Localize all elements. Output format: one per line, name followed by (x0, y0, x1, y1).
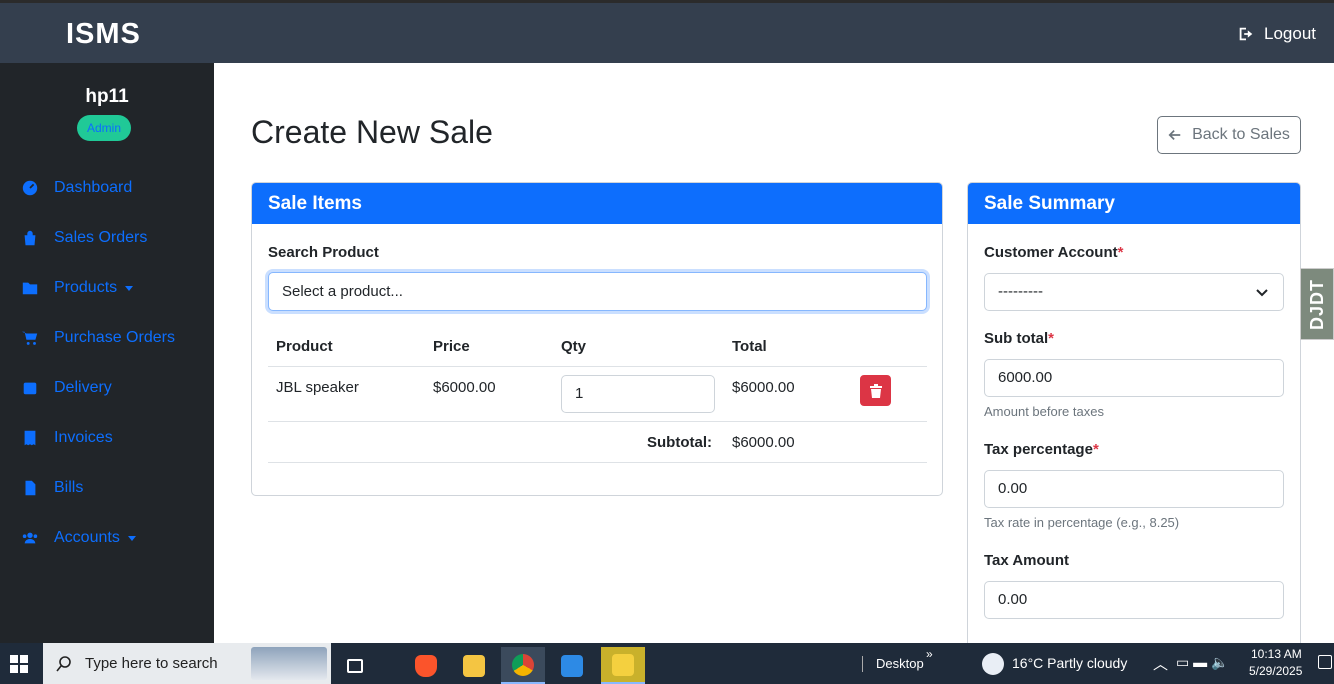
customer-account-select[interactable]: --------- (984, 273, 1284, 311)
sale-items-card: Sale Items Search Product Select a produ… (251, 182, 943, 496)
clock-time[interactable]: 10:13 AM (1251, 647, 1302, 661)
calendar-icon (20, 378, 40, 398)
back-to-sales-label: Back to Sales (1192, 126, 1290, 143)
subtotal-label: Subtotal: (647, 434, 712, 451)
tax-amount-input[interactable]: 0.00 (984, 581, 1284, 619)
logout-icon (1239, 27, 1253, 41)
taskbar-search-placeholder: Type here to search (85, 655, 218, 672)
chevron-right-icon[interactable]: » (926, 647, 933, 661)
sidebar-item-dashboard[interactable]: Dashboard (20, 178, 132, 198)
sidebar-item-delivery[interactable]: Delivery (20, 378, 112, 398)
quantity-input[interactable]: 1 (561, 375, 715, 413)
sidebar-item-label: Dashboard (54, 179, 133, 196)
sale-summary-card: Sale Summary Customer Account* ---------… (967, 182, 1301, 652)
os-taskbar: Type here to search Desktop » 16°C Partl… (0, 643, 1334, 684)
chrome-icon[interactable] (501, 647, 545, 684)
customer-account-label: Customer Account* (984, 244, 1124, 261)
page-title: Create New Sale (251, 114, 493, 150)
back-to-sales-button[interactable]: Back to Sales (1157, 116, 1301, 154)
sub-total-label: Sub total* (984, 330, 1055, 347)
tax-percentage-label: Tax percentage* (984, 441, 1099, 458)
search-highlight-image (251, 647, 327, 680)
sidebar-item-label: Delivery (54, 379, 112, 396)
logout-label: Logout (1264, 24, 1316, 43)
product-search-select[interactable]: Select a product... (268, 272, 927, 311)
column-header-price: Price (433, 338, 470, 355)
sidebar-item-sales-orders[interactable]: Sales Orders (20, 228, 147, 248)
dashboard-icon (20, 178, 40, 198)
debug-toolbar-tab[interactable]: DJDT (1300, 268, 1334, 340)
weather-icon (982, 653, 1004, 675)
clock-date[interactable]: 5/29/2025 (1249, 664, 1302, 678)
taskbar-divider (862, 656, 863, 672)
debug-toolbar-label: DJDT (1306, 278, 1327, 330)
sidebar-item-label: Invoices (54, 429, 113, 446)
column-header-qty: Qty (561, 338, 587, 355)
chevron-down-icon (125, 285, 134, 291)
trash-icon (869, 383, 882, 398)
sale-summary-header: Sale Summary (968, 183, 1300, 224)
sidebar-item-label: Purchase Orders (54, 329, 175, 346)
sale-items-header: Sale Items (252, 183, 942, 224)
sub-total-input[interactable]: 6000.00 (984, 359, 1284, 397)
document-icon (20, 478, 40, 498)
subtotal-value: $6000.00 (732, 434, 795, 451)
sidebar: hp11 Admin Dashboard Sales Orders Produc… (0, 63, 214, 643)
receipt-icon (20, 428, 40, 448)
system-tray-icons[interactable]: ▭ ▬ 🔈 (1176, 654, 1228, 671)
row-price: $6000.00 (433, 379, 496, 396)
search-product-label: Search Product (268, 244, 379, 261)
brand-logo[interactable]: ISMS (66, 18, 141, 51)
vscode-icon[interactable] (550, 647, 594, 684)
column-header-product: Product (276, 338, 333, 355)
sidebar-item-label: Sales Orders (54, 229, 148, 246)
desktop-label[interactable]: Desktop (876, 656, 924, 671)
brave-browser-icon[interactable] (404, 647, 448, 684)
role-badge: Admin (77, 115, 131, 141)
app-icon[interactable] (601, 647, 645, 684)
folder-icon (20, 278, 40, 298)
sidebar-item-purchase-orders[interactable]: Purchase Orders (20, 328, 175, 348)
table-divider (268, 366, 927, 367)
users-icon (20, 528, 40, 548)
top-navbar: ISMS Logout (0, 0, 1334, 63)
sidebar-item-products[interactable]: Products (20, 278, 134, 298)
table-divider (268, 421, 927, 422)
arrow-left-icon (1168, 130, 1181, 140)
logout-button[interactable]: Logout (1237, 24, 1316, 44)
sidebar-item-label: Bills (54, 479, 84, 496)
chevron-up-icon[interactable]: ︿ (1153, 653, 1168, 674)
user-name: hp11 (85, 86, 129, 107)
table-divider (268, 462, 927, 463)
sidebar-item-label: Products (54, 279, 118, 296)
sub-total-help: Amount before taxes (984, 404, 1104, 419)
windows-start-icon[interactable] (10, 655, 28, 673)
column-header-total: Total (732, 338, 767, 355)
row-total: $6000.00 (732, 379, 795, 396)
customer-account-value: --------- (998, 283, 1043, 300)
weather-label[interactable]: 16°C Partly cloudy (1012, 655, 1127, 671)
sidebar-item-label: Accounts (54, 529, 120, 546)
chevron-down-icon (127, 535, 136, 541)
task-view-icon[interactable] (333, 647, 377, 684)
notifications-icon[interactable] (1318, 655, 1332, 669)
sidebar-item-accounts[interactable]: Accounts (20, 528, 136, 548)
tax-percentage-input[interactable]: 0.00 (984, 470, 1284, 508)
file-explorer-icon[interactable] (452, 647, 496, 684)
tax-amount-label: Tax Amount (984, 552, 1069, 569)
delete-item-button[interactable] (860, 375, 891, 406)
sidebar-item-bills[interactable]: Bills (20, 478, 83, 498)
taskbar-search[interactable]: Type here to search (43, 643, 331, 684)
search-icon (56, 655, 71, 671)
chevron-down-icon (1256, 289, 1268, 297)
cart-icon (20, 328, 40, 348)
shopping-bag-icon (20, 228, 40, 248)
tax-percentage-help: Tax rate in percentage (e.g., 8.25) (984, 515, 1180, 530)
row-product: JBL speaker (276, 379, 359, 396)
sidebar-item-invoices[interactable]: Invoices (20, 428, 113, 448)
